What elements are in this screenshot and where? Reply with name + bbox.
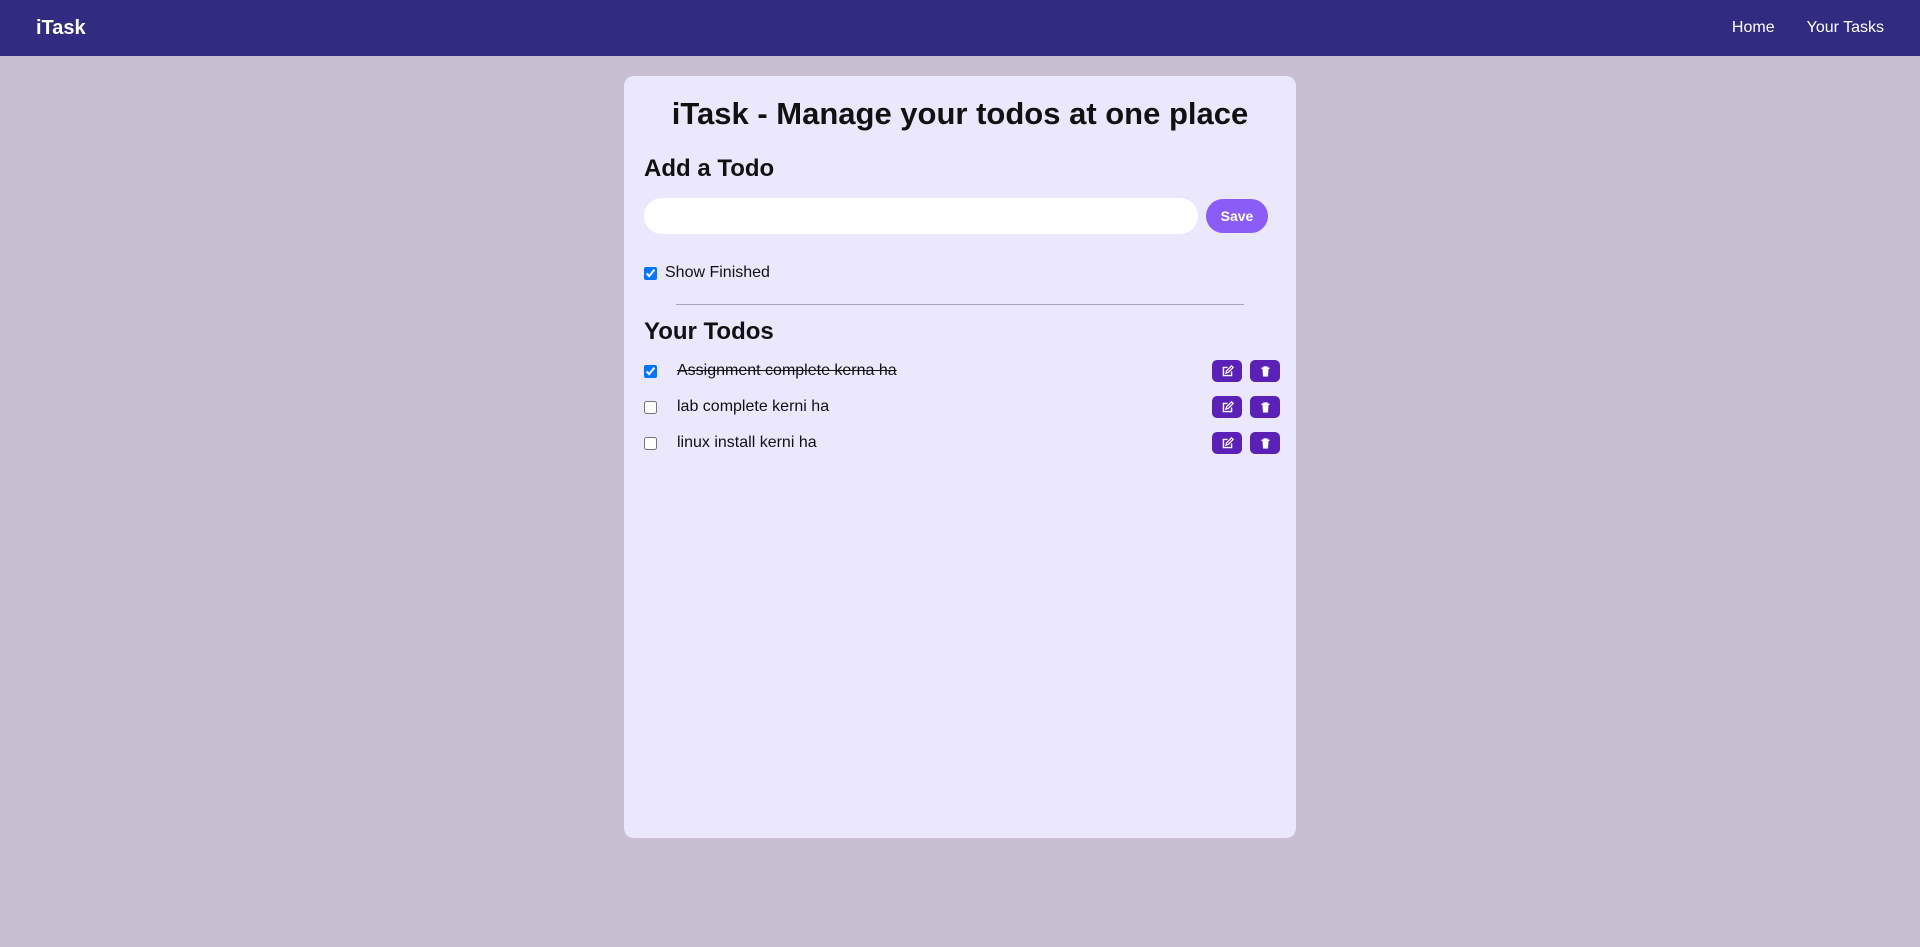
todo-card: iTask - Manage your todos at one place A… xyxy=(624,76,1296,838)
todo-item: linux install kerni ha xyxy=(644,425,1280,461)
add-todo-row: Save xyxy=(644,198,1276,234)
edit-button[interactable] xyxy=(1212,432,1242,454)
todo-item: lab complete kerni ha xyxy=(644,389,1280,425)
save-button[interactable]: Save xyxy=(1206,199,1268,233)
page-title: iTask - Manage your todos at one place xyxy=(671,96,1249,131)
trash-icon xyxy=(1260,401,1270,413)
todo-checkbox[interactable] xyxy=(644,400,657,414)
show-finished-label: Show Finished xyxy=(665,264,770,281)
your-todos-heading: Your Todos xyxy=(644,318,774,345)
nav-link-home[interactable]: Home xyxy=(1732,19,1775,37)
add-todo-heading: Add a Todo xyxy=(644,155,775,182)
show-finished-toggle[interactable]: Show Finished xyxy=(644,264,1276,282)
trash-icon xyxy=(1260,437,1270,449)
todo-checkbox[interactable] xyxy=(644,436,657,450)
todo-input[interactable] xyxy=(644,198,1198,234)
navbar: iTask Home Your Tasks xyxy=(0,0,1920,56)
show-finished-checkbox[interactable] xyxy=(644,266,657,280)
todo-checkbox[interactable] xyxy=(644,364,657,378)
todo-actions xyxy=(1212,360,1280,382)
delete-button[interactable] xyxy=(1250,432,1280,454)
trash-icon xyxy=(1260,365,1270,377)
nav-link-your-tasks[interactable]: Your Tasks xyxy=(1807,19,1884,37)
delete-button[interactable] xyxy=(1250,360,1280,382)
todo-text: linux install kerni ha xyxy=(677,434,817,451)
todo-item: Assignment complete kerna ha xyxy=(644,353,1280,389)
todo-list: Assignment complete kerna ha lab complet… xyxy=(644,353,1280,461)
brand-logo[interactable]: iTask xyxy=(36,17,86,40)
todo-text: lab complete kerni ha xyxy=(677,398,830,415)
nav-links: Home Your Tasks xyxy=(1732,19,1884,37)
edit-icon xyxy=(1222,364,1234,376)
delete-button[interactable] xyxy=(1250,396,1280,418)
edit-button[interactable] xyxy=(1212,396,1242,418)
edit-icon xyxy=(1222,400,1234,412)
divider xyxy=(676,304,1244,305)
todo-actions xyxy=(1212,396,1280,418)
edit-button[interactable] xyxy=(1212,360,1242,382)
todo-text: Assignment complete kerna ha xyxy=(677,362,897,379)
edit-icon xyxy=(1222,436,1234,448)
todo-actions xyxy=(1212,432,1280,454)
